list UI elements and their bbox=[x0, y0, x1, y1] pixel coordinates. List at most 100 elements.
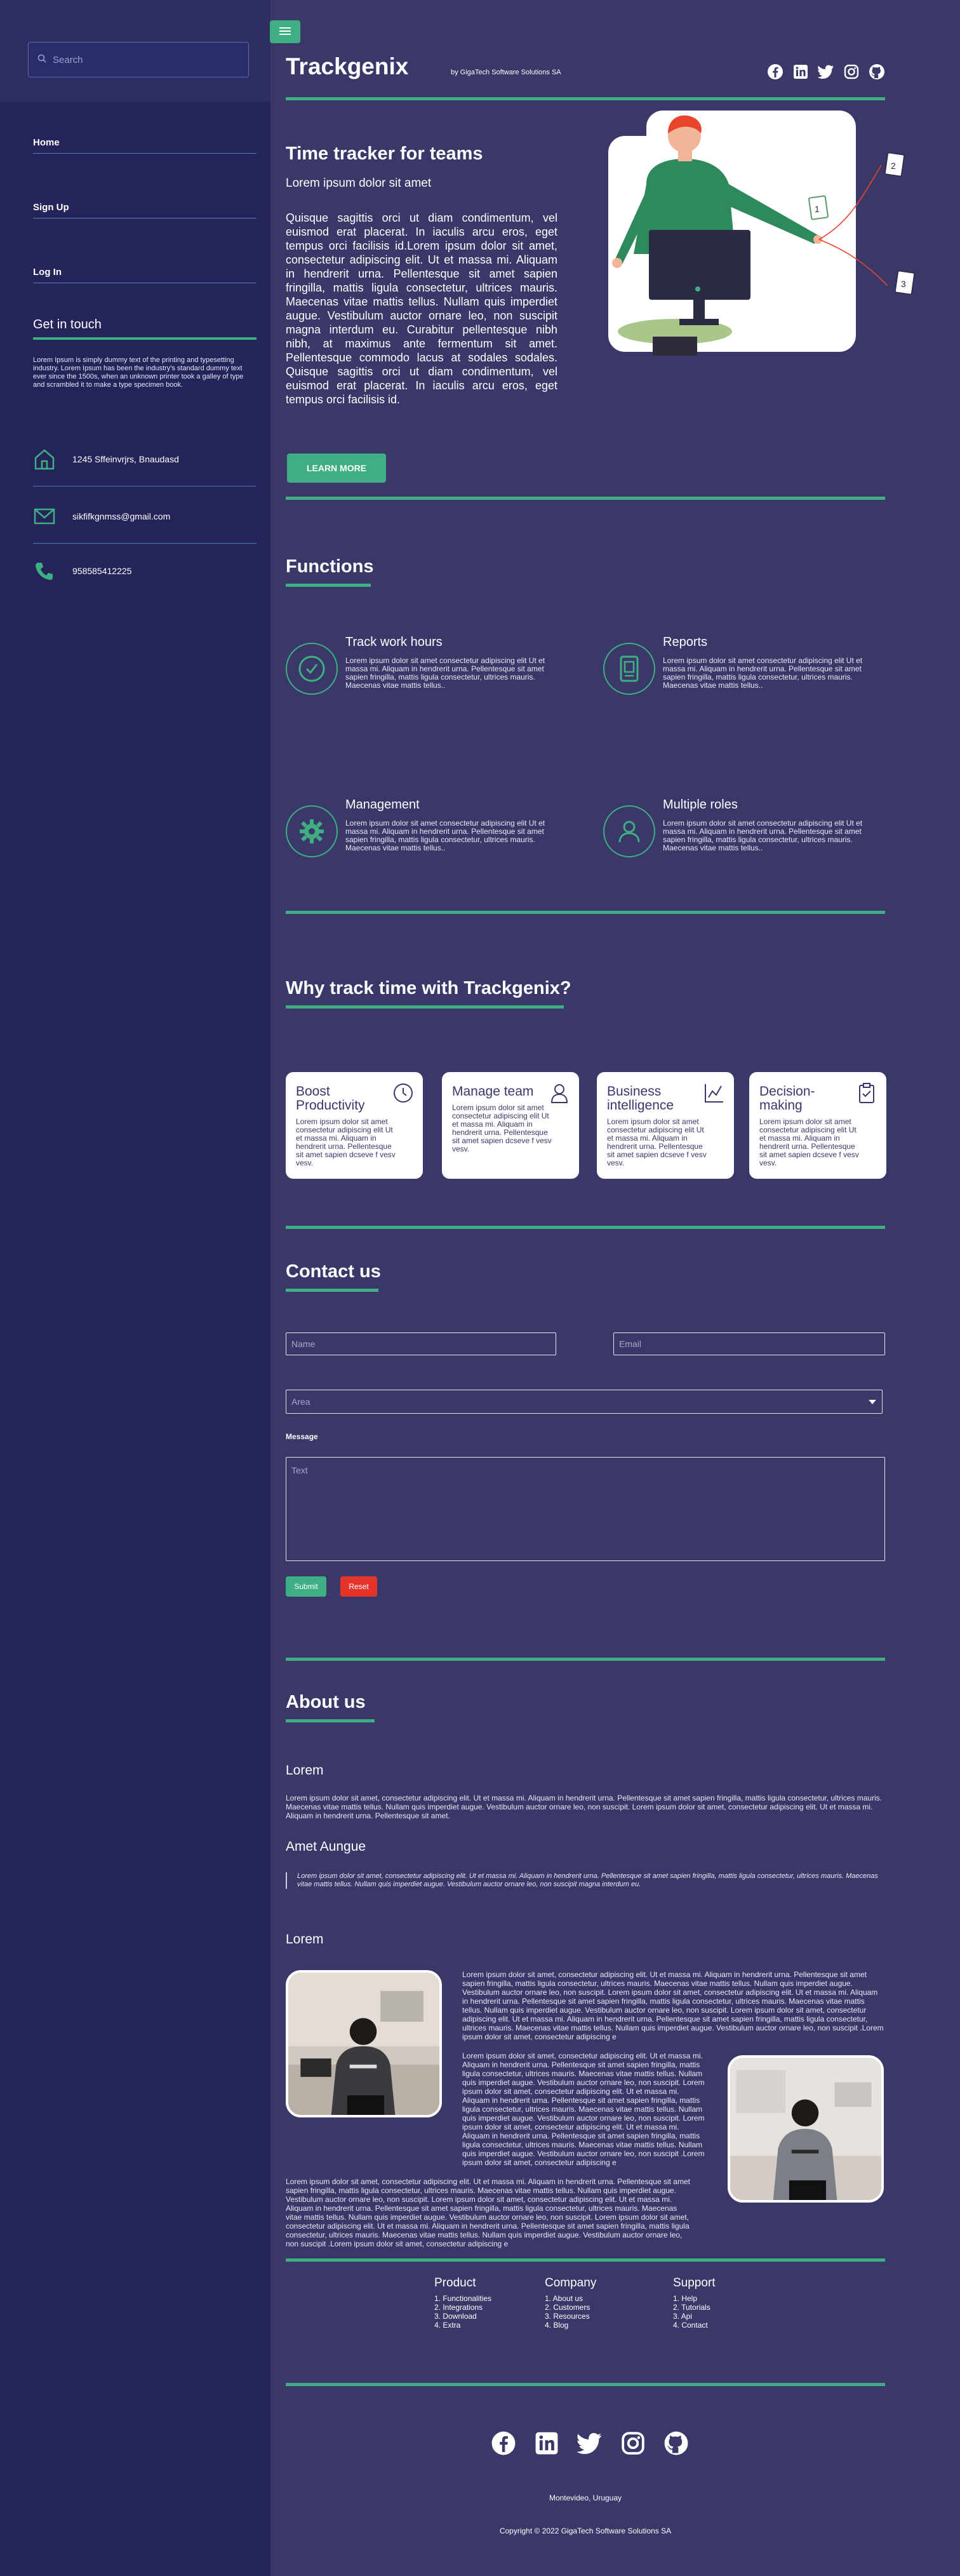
footer-link[interactable]: 3. Api bbox=[673, 2312, 716, 2321]
why-card-manage-team: Manage team Lorem ipsum dolor sit amet c… bbox=[442, 1072, 579, 1179]
twitter-icon[interactable] bbox=[818, 64, 834, 80]
function-title: Management bbox=[345, 798, 420, 812]
card-title: Decision-making bbox=[759, 1084, 815, 1113]
submit-button[interactable]: Submit bbox=[286, 1576, 326, 1597]
divider-why bbox=[286, 1226, 885, 1229]
sidebar: Home Sign Up Log In Get in touch Lorem I… bbox=[0, 0, 270, 2576]
footer-social-links bbox=[490, 2430, 690, 2457]
about-flow-text-1: Lorem ipsum dolor sit amet, consectetur … bbox=[462, 1970, 884, 2041]
function-text: Lorem ipsum dolor sit amet consectetur a… bbox=[663, 819, 863, 852]
nav-signup-link[interactable]: Sign Up bbox=[33, 202, 257, 218]
footer-column-product: Product 1. Functionalities 2. Integratio… bbox=[434, 2276, 491, 2330]
function-title: Reports bbox=[663, 635, 708, 649]
nav-login-link[interactable]: Log In bbox=[33, 267, 257, 283]
clipboard-icon bbox=[859, 1083, 874, 1103]
sidebar-nav: Home Sign Up Log In bbox=[0, 102, 270, 283]
address-text: 1245 Sffeinvrjrs, Bnaudasd bbox=[72, 453, 179, 464]
footer-link[interactable]: 1. Functionalities bbox=[434, 2294, 491, 2303]
user-icon bbox=[550, 1084, 568, 1103]
search-box[interactable] bbox=[28, 42, 249, 77]
footer-column-title: Company bbox=[545, 2276, 597, 2290]
github-icon[interactable] bbox=[663, 2430, 690, 2457]
email-text[interactable]: sikfifkgnmss@gmail.com bbox=[72, 511, 170, 521]
footer-link[interactable]: 3. Download bbox=[434, 2312, 491, 2321]
instagram-icon[interactable] bbox=[620, 2430, 646, 2457]
header-social-links bbox=[767, 64, 885, 80]
footer-link[interactable]: 4. Contact bbox=[673, 2321, 716, 2330]
why-card-business-intelligence: Business intelligence Lorem ipsum dolor … bbox=[597, 1072, 734, 1179]
footer-link[interactable]: 4. Blog bbox=[545, 2321, 596, 2330]
about-heading-1: Lorem bbox=[286, 1763, 324, 1778]
card-text: Lorem ipsum dolor sit amet consectetur a… bbox=[607, 1117, 707, 1167]
linkedin-icon[interactable] bbox=[533, 2430, 560, 2457]
divider-footer bbox=[286, 2383, 885, 2386]
footer-column-title: Support bbox=[673, 2276, 716, 2290]
name-input[interactable] bbox=[286, 1332, 556, 1355]
about-title: About us bbox=[286, 1692, 375, 1729]
functions-title-underline bbox=[286, 584, 371, 587]
hamburger-icon bbox=[279, 25, 291, 39]
phone-text[interactable]: 958585412225 bbox=[72, 566, 131, 576]
about-heading-3: Lorem bbox=[286, 1932, 324, 1947]
function-text: Lorem ipsum dolor sit amet consectetur a… bbox=[345, 819, 545, 852]
footer-link[interactable]: 2. Customers bbox=[545, 2303, 596, 2312]
contact-title: Contact us bbox=[286, 1261, 381, 1298]
function-title: Multiple roles bbox=[663, 798, 738, 812]
instagram-icon[interactable] bbox=[843, 64, 860, 80]
menu-toggle-button[interactable] bbox=[270, 20, 300, 43]
divider-hero bbox=[286, 497, 885, 500]
search-icon bbox=[37, 54, 46, 66]
contact-title-text: Contact us bbox=[286, 1261, 381, 1282]
area-select-value: Area bbox=[291, 1397, 310, 1407]
why-title: Why track time with Trackgenix? bbox=[286, 978, 571, 1015]
footer-link[interactable]: 2. Integrations bbox=[434, 2303, 491, 2312]
search-input[interactable] bbox=[53, 54, 230, 65]
email-input[interactable] bbox=[613, 1332, 885, 1355]
footer-link[interactable]: 1. Help bbox=[673, 2294, 716, 2303]
illus-note-2: 2 bbox=[891, 161, 896, 171]
footer-link[interactable]: 3. Resources bbox=[545, 2312, 596, 2321]
divider-contact bbox=[286, 1658, 885, 1661]
reset-button[interactable]: Reset bbox=[340, 1576, 377, 1597]
nav-home-link[interactable]: Home bbox=[33, 137, 257, 154]
twitter-icon[interactable] bbox=[577, 2430, 603, 2457]
facebook-icon[interactable] bbox=[490, 2430, 517, 2457]
hero-subtitle: Lorem ipsum dolor sit amet bbox=[286, 177, 432, 190]
why-card-decision-making: Decision-making Lorem ipsum dolor sit am… bbox=[749, 1072, 886, 1179]
about-title-text: About us bbox=[286, 1692, 366, 1712]
gear-icon bbox=[286, 805, 338, 857]
about-quote: Lorem ipsum dolor sit amet, consectetur … bbox=[286, 1872, 885, 1889]
card-title: Business intelligence bbox=[607, 1084, 674, 1113]
facebook-icon[interactable] bbox=[767, 64, 783, 80]
hero-title: Time tracker for teams bbox=[286, 144, 483, 164]
contact-email: sikfifkgnmss@gmail.com bbox=[33, 489, 257, 544]
functions-title-text: Functions bbox=[286, 556, 374, 577]
brand-logo[interactable]: Trackgenix bbox=[286, 53, 408, 80]
hero-text: Quisque sagittis orci ut diam condimentu… bbox=[286, 211, 557, 406]
illus-note-1: 1 bbox=[815, 204, 820, 214]
message-placeholder: Text bbox=[291, 1465, 308, 1475]
footer-copyright: Copyright © 2022 GigaTech Software Solut… bbox=[499, 2526, 672, 2535]
footer-location: Montevideo, Uruguay bbox=[549, 2493, 622, 2502]
learn-more-button[interactable]: LEARN MORE bbox=[287, 453, 386, 483]
card-text: Lorem ipsum dolor sit amet consectetur a… bbox=[759, 1117, 859, 1167]
chevron-down-icon bbox=[868, 1397, 877, 1407]
github-icon[interactable] bbox=[869, 64, 885, 80]
function-title: Track work hours bbox=[345, 635, 443, 649]
function-management: Management Lorem ipsum dolor sit amet co… bbox=[286, 798, 552, 874]
footer-link[interactable]: 4. Extra bbox=[434, 2321, 491, 2330]
card-title: Boost Productivity bbox=[296, 1084, 365, 1113]
footer-link[interactable]: 2. Tutorials bbox=[673, 2303, 716, 2312]
footer-link[interactable]: 1. About us bbox=[545, 2294, 596, 2303]
clock-check-icon bbox=[286, 643, 338, 695]
clock-icon bbox=[394, 1083, 413, 1103]
linkedin-icon[interactable] bbox=[792, 64, 809, 80]
footer-column-company: Company 1. About us 2. Customers 3. Reso… bbox=[545, 2276, 596, 2330]
function-track-hours: Track work hours Lorem ipsum dolor sit a… bbox=[286, 635, 552, 711]
message-textarea[interactable]: Text bbox=[286, 1457, 885, 1561]
home-icon bbox=[33, 448, 56, 471]
about-paragraph-1: Lorem ipsum dolor sit amet, consectetur … bbox=[286, 1794, 883, 1820]
footer-column-title: Product bbox=[434, 2276, 476, 2290]
area-select[interactable]: Area bbox=[286, 1390, 883, 1414]
about-flow-text-3: Lorem ipsum dolor sit amet, consectetur … bbox=[286, 2177, 690, 2248]
